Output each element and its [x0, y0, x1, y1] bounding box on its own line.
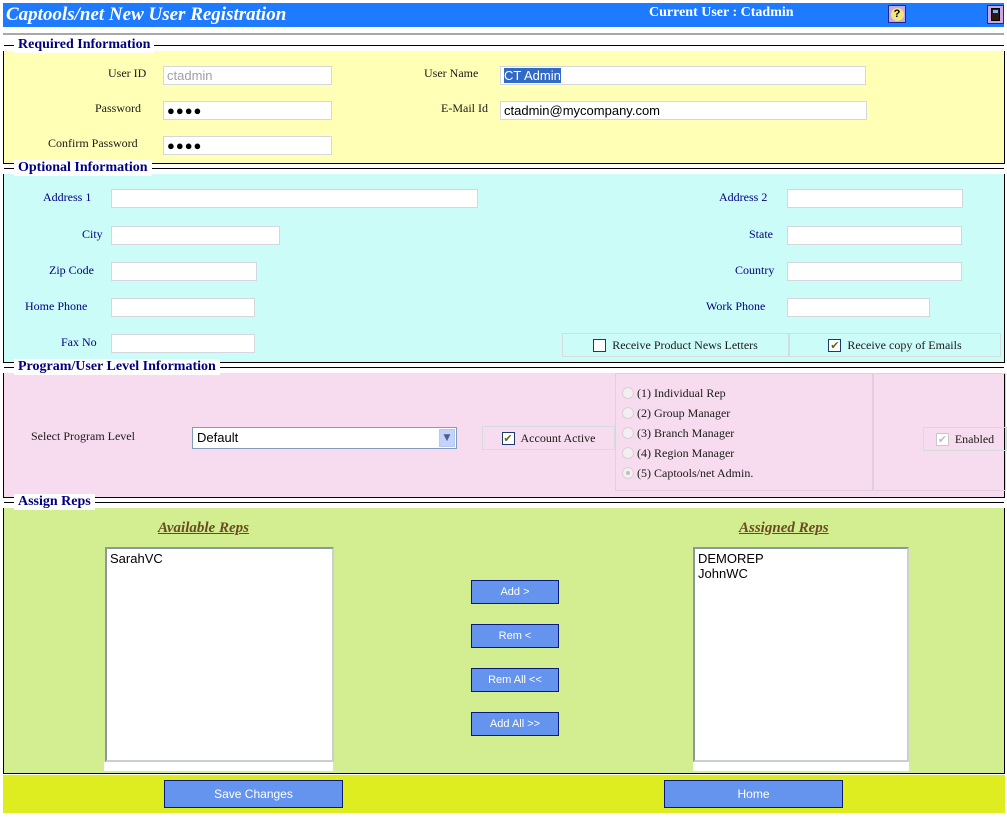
user-name-value: CT Admin: [504, 68, 561, 83]
user-level-label: (5) Captools/net Admin.: [637, 465, 754, 480]
account-active-option[interactable]: ✔ Account Active: [482, 426, 615, 450]
newsletter-option[interactable]: Receive Product News Letters: [562, 333, 789, 357]
newsletter-checkbox[interactable]: [593, 338, 607, 352]
program-level-value: Default: [197, 430, 239, 445]
enabled-option[interactable]: ✔ Enabled: [923, 427, 1007, 451]
city-label: City: [82, 227, 103, 241]
current-user-label: Current User : Ctadmin: [649, 5, 794, 20]
save-changes-button[interactable]: Save Changes: [164, 780, 343, 808]
section-legend: Program/User Level Information: [14, 359, 220, 375]
program-level-select[interactable]: Default ▼: [192, 427, 457, 449]
list-item[interactable]: JohnWC: [698, 566, 904, 581]
optional-information-section: Optional Information Address 1 City Zip …: [3, 160, 1005, 363]
address2-field[interactable]: [787, 189, 963, 208]
user-name-label: User Name: [424, 66, 479, 80]
header-divider: [3, 33, 1004, 35]
section-border: Assign Reps: [4, 494, 1004, 514]
address1-field[interactable]: [111, 189, 478, 208]
required-information-section: Required Information User ID ctadmin Pas…: [3, 37, 1005, 164]
page-title: Captools/net New User Registration: [6, 4, 287, 25]
section-border: Optional Information: [4, 160, 1004, 180]
radio-button[interactable]: [622, 387, 634, 399]
city-field[interactable]: [111, 226, 280, 245]
select-program-level-label: Select Program Level: [31, 429, 135, 443]
zip-code-field[interactable]: [111, 262, 257, 281]
address1-label: Address 1: [43, 190, 92, 204]
email-field[interactable]: ctadmin@mycompany.com: [500, 101, 867, 120]
copy-emails-option[interactable]: ✔ Receive copy of Emails: [789, 333, 1001, 357]
password-field[interactable]: ●●●●: [163, 101, 332, 120]
user-level-option[interactable]: (3) Branch Manager: [622, 424, 734, 442]
section-legend: Optional Information: [14, 160, 152, 176]
list-item[interactable]: DEMOREP: [698, 551, 904, 566]
user-level-label: (4) Region Manager: [637, 445, 735, 460]
assigned-reps-list[interactable]: DEMOREP JohnWC: [693, 547, 909, 762]
assign-reps-section: Assign Reps Available Reps SarahVC Assig…: [3, 494, 1005, 774]
user-level-radio-group: (1) Individual Rep (2) Group Manager (3)…: [615, 373, 873, 491]
enabled-cell: ✔ Enabled: [873, 373, 1007, 491]
confirm-password-field[interactable]: ●●●●: [163, 136, 332, 155]
remove-all-button[interactable]: Rem All <<: [471, 668, 559, 692]
work-phone-field[interactable]: [787, 298, 930, 317]
list-item[interactable]: SarahVC: [110, 551, 329, 566]
footer-bar: Save Changes Home: [3, 775, 1005, 813]
remove-button[interactable]: Rem <: [471, 624, 559, 648]
copy-emails-label: Receive copy of Emails: [847, 337, 962, 352]
state-label: State: [749, 227, 773, 241]
user-level-option[interactable]: (1) Individual Rep: [622, 384, 726, 402]
account-active-label: Account Active: [520, 430, 596, 445]
user-id-label: User ID: [108, 66, 147, 80]
section-border: Required Information: [4, 37, 1004, 57]
assigned-reps-title: Assigned Reps: [739, 520, 829, 536]
copy-emails-checkbox[interactable]: ✔: [828, 338, 842, 352]
confirm-password-label: Confirm Password: [48, 136, 138, 150]
add-all-button[interactable]: Add All >>: [471, 712, 559, 736]
title-bar: Captools/net New User Registration Curre…: [3, 3, 1004, 27]
user-name-field[interactable]: CT Admin: [500, 66, 866, 85]
help-icon[interactable]: ?: [888, 5, 906, 23]
assigned-reps-scrollbar[interactable]: [693, 762, 909, 771]
add-button[interactable]: Add >: [471, 580, 559, 604]
available-reps-scrollbar[interactable]: [104, 762, 333, 771]
account-active-checkbox[interactable]: ✔: [501, 431, 515, 445]
address2-label: Address 2: [719, 190, 768, 204]
user-level-option[interactable]: (5) Captools/net Admin.: [622, 464, 753, 482]
email-label: E-Mail Id: [441, 101, 488, 115]
help-glyph: ?: [890, 7, 904, 21]
user-level-option[interactable]: (4) Region Manager: [622, 444, 734, 462]
section-legend: Required Information: [14, 37, 155, 53]
user-id-field[interactable]: ctadmin: [163, 66, 332, 85]
user-level-label: (2) Group Manager: [637, 405, 731, 420]
home-button[interactable]: Home: [664, 780, 843, 808]
password-label: Password: [95, 101, 142, 115]
radio-button-selected[interactable]: [622, 467, 634, 479]
newsletter-label: Receive Product News Letters: [612, 337, 758, 352]
chevron-down-icon[interactable]: ▼: [439, 429, 455, 447]
fax-label: Fax No: [61, 335, 97, 349]
country-label: Country: [735, 263, 775, 277]
user-level-label: (1) Individual Rep: [637, 385, 726, 400]
user-level-label: (3) Branch Manager: [637, 425, 735, 440]
program-level-section: Program/User Level Information Select Pr…: [3, 359, 1007, 498]
country-field[interactable]: [787, 262, 962, 281]
home-phone-field[interactable]: [111, 298, 255, 317]
home-phone-label: Home Phone: [25, 299, 88, 313]
radio-button[interactable]: [622, 447, 634, 459]
section-legend: Assign Reps: [14, 494, 95, 510]
available-reps-title: Available Reps: [158, 520, 249, 536]
exit-door-icon[interactable]: [987, 5, 1004, 24]
enabled-checkbox[interactable]: ✔: [935, 432, 949, 446]
available-reps-list[interactable]: SarahVC: [105, 547, 334, 762]
state-field[interactable]: [787, 226, 962, 245]
radio-button[interactable]: [622, 407, 634, 419]
fax-field[interactable]: [111, 334, 255, 353]
door-glyph: [991, 8, 1000, 21]
work-phone-label: Work Phone: [706, 299, 766, 313]
radio-button[interactable]: [622, 427, 634, 439]
user-level-option[interactable]: (2) Group Manager: [622, 404, 730, 422]
enabled-label: Enabled: [954, 431, 995, 446]
zip-code-label: Zip Code: [49, 263, 94, 277]
